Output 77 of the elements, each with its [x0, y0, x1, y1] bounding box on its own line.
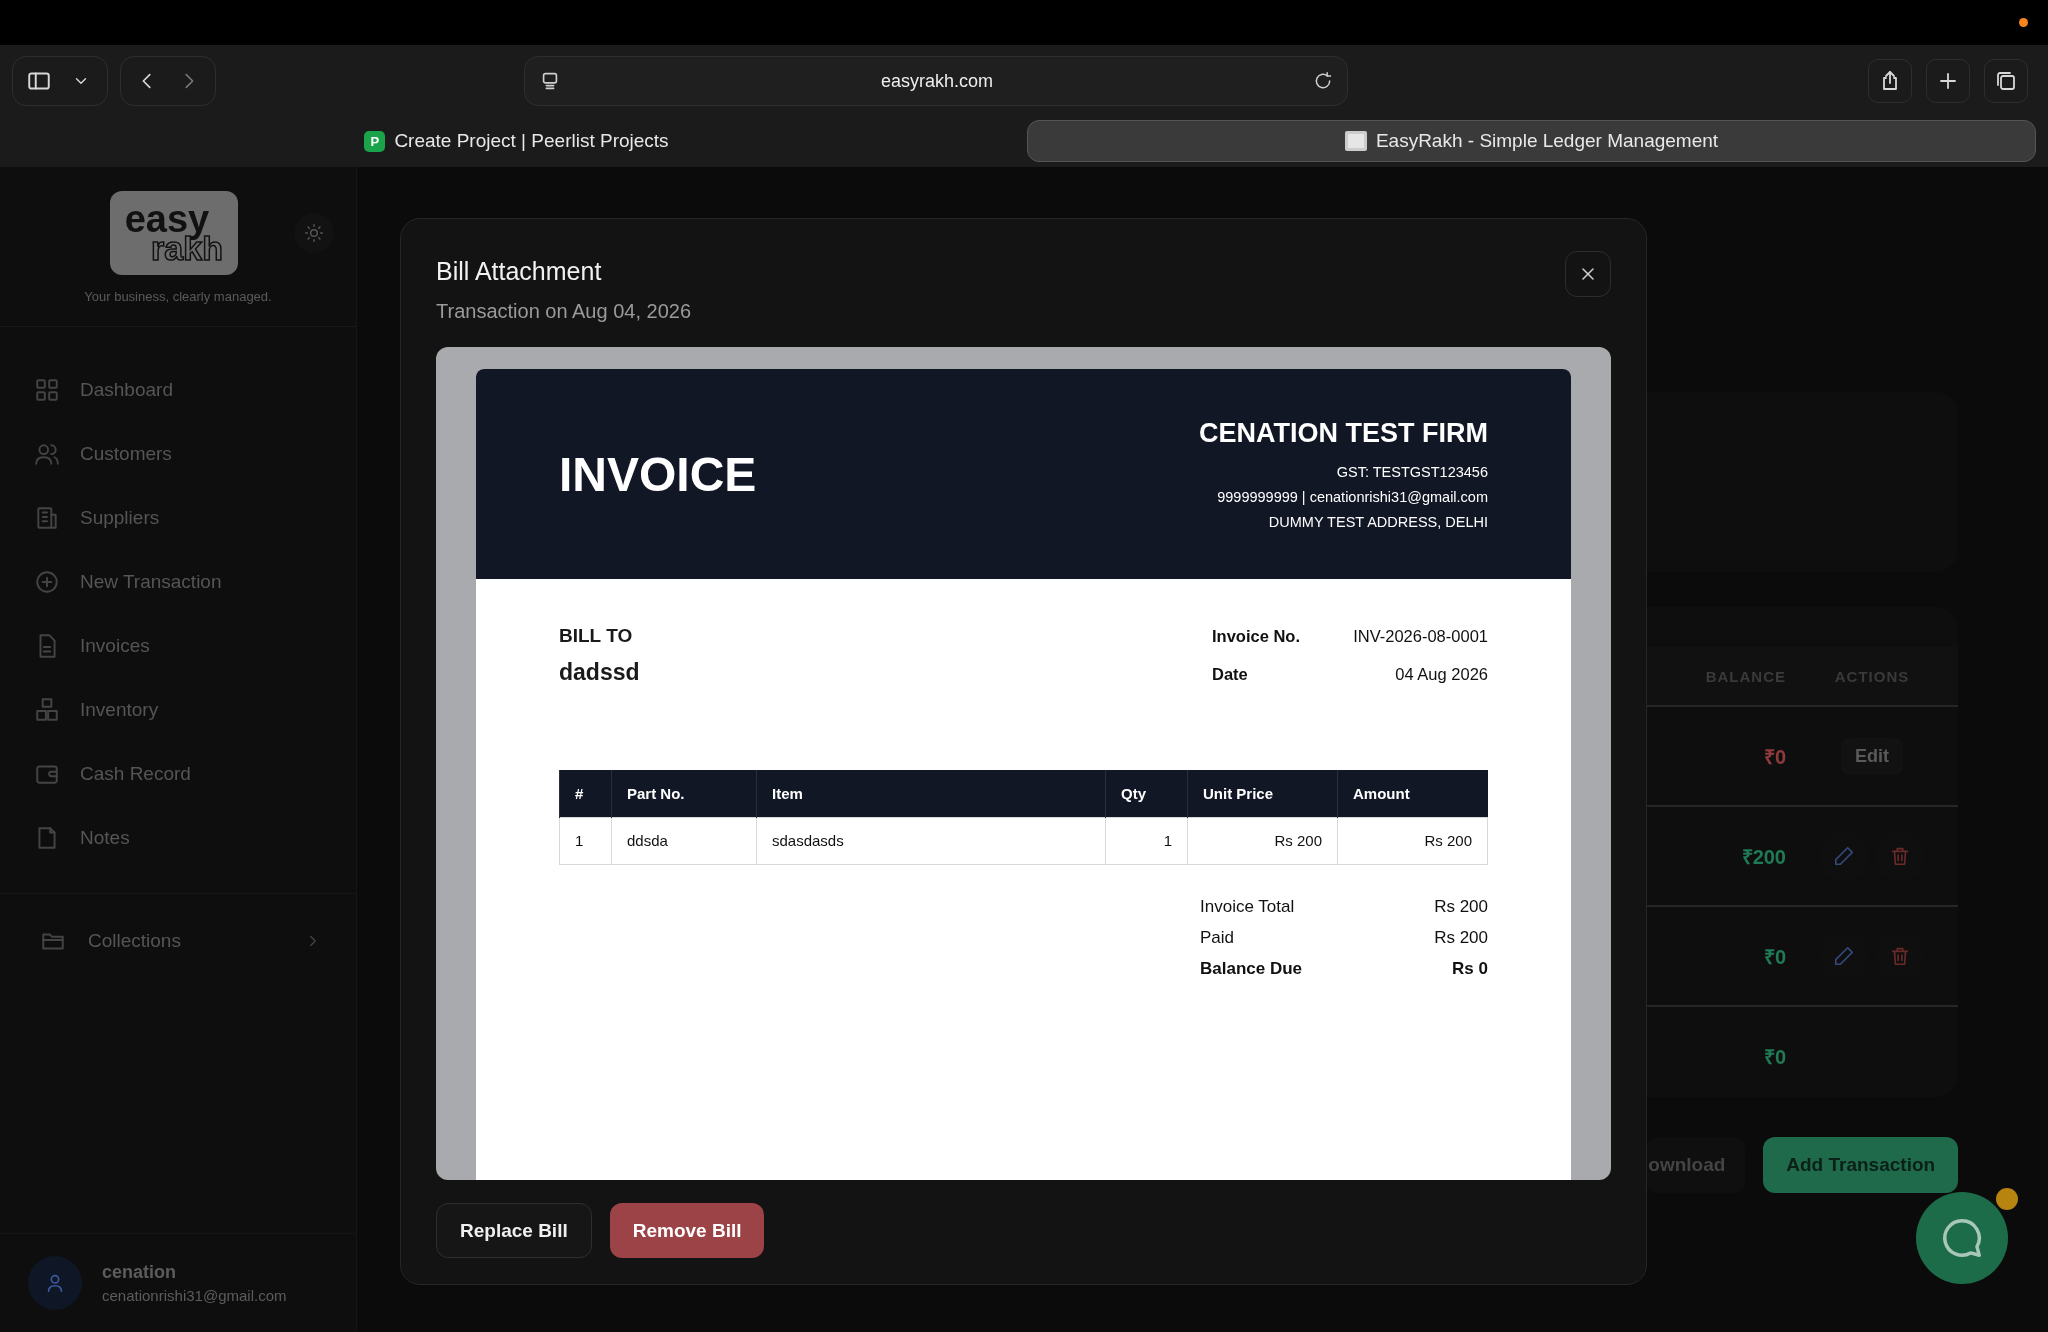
remove-bill-button[interactable]: Remove Bill — [609, 1203, 765, 1258]
browser-tab[interactable]: EasyRakh - Simple Ledger Management — [1027, 120, 2036, 162]
boxes-icon — [34, 697, 60, 723]
total-label: Paid — [1200, 927, 1236, 948]
meta-label: Invoice No. — [1212, 627, 1302, 647]
total-value: Rs 200 — [1434, 896, 1488, 917]
user-name: cenation — [102, 1262, 177, 1283]
column-header: Qty — [1105, 770, 1188, 817]
table-cell: 1 — [559, 817, 612, 864]
tagline: Your business, clearly managed. — [84, 289, 272, 304]
tab-overview-button[interactable] — [1984, 59, 2028, 103]
firm-name: CENATION TEST FIRM — [1199, 418, 1488, 449]
column-header: # — [559, 770, 612, 817]
favicon-icon: P — [364, 130, 386, 152]
pencil-icon — [1833, 945, 1855, 967]
firm-detail: DUMMY TEST ADDRESS, DELHI — [1268, 514, 1488, 530]
firm-detail: GST: TESTGST123456 — [1336, 464, 1488, 480]
table-cell: Rs 200 — [1337, 817, 1488, 864]
sidebar-item[interactable]: New Transaction — [34, 561, 322, 603]
user-email: cenationrishi31@gmail.com — [102, 1287, 287, 1304]
building-icon — [34, 505, 60, 531]
theme-toggle-button[interactable] — [294, 213, 334, 253]
table-cell: Rs 200 — [1187, 817, 1338, 864]
reload-icon — [1313, 71, 1333, 91]
balance-cell-text: ₹200 — [1740, 844, 1786, 870]
total-value: Rs 0 — [1451, 958, 1488, 979]
plus-circle-icon — [34, 569, 60, 595]
column-header: Amount — [1337, 770, 1488, 817]
bill-to-label: BILL TO — [559, 625, 634, 647]
users-icon — [34, 441, 60, 467]
dialog-subtitle: Transaction on Aug 04, 2026 — [436, 300, 691, 323]
url-text: easyrakh.com — [879, 70, 994, 92]
total-label: Invoice Total — [1200, 896, 1296, 917]
logo-icon — [1344, 131, 1367, 151]
table-cell: 1 — [1105, 817, 1188, 864]
dialog-title: Bill Attachment — [436, 257, 603, 286]
grid-icon — [34, 377, 60, 403]
meta-label: Date — [1212, 664, 1249, 685]
sidebar-item[interactable]: Invoices — [34, 625, 322, 667]
recording-dot — [2019, 18, 2028, 27]
column-header: Item — [756, 770, 1106, 817]
sidebar-item[interactable]: Dashboard — [34, 369, 322, 411]
invoice-title: INVOICE — [559, 446, 757, 502]
firm-detail: 9999999999 | cenationrishi31@gmail.com — [1217, 489, 1488, 505]
share-button[interactable] — [1868, 59, 1912, 103]
collections-item[interactable]: Collections — [40, 920, 322, 962]
trash-icon — [1889, 945, 1911, 967]
column-header: Part No. — [611, 770, 757, 817]
add-transaction-button[interactable]: Add Transaction — [1763, 1137, 1958, 1193]
browser-tab[interactable]: P Create Project | Peerlist Projects — [12, 120, 1021, 162]
meta-value: 04 Aug 2026 — [1394, 664, 1488, 685]
customer-name: dadssd — [559, 659, 640, 686]
trash-icon — [1889, 845, 1911, 867]
balance-cell-text: ₹0 — [1762, 944, 1786, 970]
new-tab-button[interactable] — [1926, 59, 1970, 103]
total-label: Balance Due — [1200, 958, 1304, 979]
edit-button[interactable]: Edit — [1841, 737, 1903, 775]
column-header: Unit Price — [1187, 770, 1338, 817]
balance-cell-text: ₹0 — [1762, 1044, 1786, 1070]
balance-cell-text: ₹0 — [1762, 744, 1786, 770]
tabs-icon — [1994, 69, 2018, 93]
pencil-icon — [1833, 845, 1855, 867]
replace-bill-button[interactable]: Replace Bill — [436, 1203, 592, 1258]
address-bar[interactable]: easyrakh.com — [524, 56, 1348, 106]
sidebar-item[interactable]: Customers — [34, 433, 322, 475]
sidebar-item[interactable]: Cash Record — [34, 753, 322, 795]
sidebar-item[interactable]: Inventory — [34, 689, 322, 731]
logo: easy rakh — [110, 191, 238, 275]
meta-value: INV-2026-08-0001 — [1352, 627, 1488, 647]
notification-badge — [1996, 1188, 2018, 1210]
close-button[interactable] — [1565, 251, 1611, 297]
table-cell: sdasdasds — [756, 817, 1106, 864]
total-value: Rs 200 — [1434, 927, 1488, 948]
sidebar-item[interactable]: Notes — [34, 817, 322, 859]
table-cell: ddsda — [611, 817, 757, 864]
sidebar-item[interactable]: Suppliers — [34, 497, 322, 539]
sun-icon — [304, 223, 324, 243]
